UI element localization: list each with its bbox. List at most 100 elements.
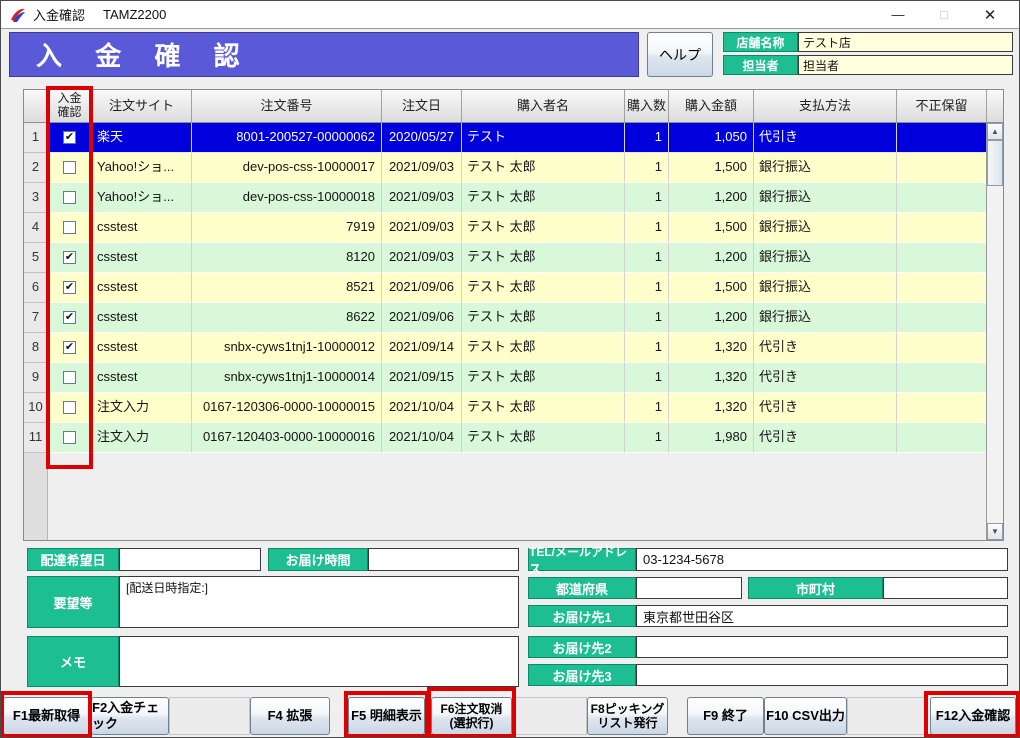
table-row[interactable]: 10注文入力0167-120306-0000-100000152021/10/0…: [24, 393, 1003, 423]
table-row[interactable]: 11注文入力0167-120403-0000-100000162021/10/0…: [24, 423, 1003, 453]
table-row[interactable]: 8✔csstestsnbx-cyws1tnj1-100000122021/09/…: [24, 333, 1003, 363]
store-name-label: 店舗名称: [723, 32, 798, 52]
address3-field[interactable]: [636, 664, 1008, 686]
purchase-qty-cell: 1: [625, 153, 669, 183]
table-row[interactable]: 3Yahoo!ショ...dev-pos-css-100000182021/09/…: [24, 183, 1003, 213]
fraud-hold-cell: [897, 363, 987, 393]
table-row[interactable]: 7✔csstest86222021/09/06テスト 太郎11,200銀行振込: [24, 303, 1003, 333]
window-title-code: TAMZ2200: [103, 7, 166, 22]
payment-method-cell: 代引き: [754, 423, 897, 453]
memo-field[interactable]: [119, 636, 519, 687]
help-button[interactable]: ヘルプ: [647, 32, 713, 77]
payment-confirm-cell[interactable]: [48, 153, 92, 183]
minimize-icon[interactable]: —: [875, 1, 921, 28]
table-row[interactable]: 1✔楽天8001-200527-000000622020/05/27テスト11,…: [24, 123, 1003, 153]
vertical-scrollbar[interactable]: ▲ ▼: [986, 123, 1003, 540]
tel-mail-field[interactable]: 03-1234-5678: [636, 548, 1008, 571]
row-number: 1: [24, 123, 48, 153]
order-site-cell: csstest: [92, 333, 192, 363]
payment-confirm-cell[interactable]: [48, 183, 92, 213]
payment-confirm-checkbox[interactable]: [63, 161, 76, 174]
order-number-cell: dev-pos-css-10000018: [192, 183, 382, 213]
order-date-cell: 2021/09/15: [382, 363, 462, 393]
table-row[interactable]: 9csstestsnbx-cyws1tnj1-100000142021/09/1…: [24, 363, 1003, 393]
payment-confirm-checkbox[interactable]: ✔: [63, 311, 76, 324]
close-icon[interactable]: ✕: [967, 1, 1013, 28]
buyer-name-cell: テスト 太郎: [462, 243, 625, 273]
address3-label: お届け先3: [528, 664, 636, 686]
row-number: 2: [24, 153, 48, 183]
purchase-qty-cell: 1: [625, 393, 669, 423]
staff-value: 担当者: [798, 55, 1013, 75]
f1-refresh-button[interactable]: F1最新取得: [3, 697, 90, 735]
grid-empty-area: [24, 453, 987, 540]
row-number: 9: [24, 363, 48, 393]
table-row[interactable]: 5✔csstest81202021/09/03テスト 太郎11,200銀行振込: [24, 243, 1003, 273]
payment-confirm-checkbox[interactable]: ✔: [63, 281, 76, 294]
buyer-name-cell: テスト 太郎: [462, 363, 625, 393]
order-date-cell: 2021/09/03: [382, 243, 462, 273]
buyer-name-cell: テスト 太郎: [462, 153, 625, 183]
f8-picking-list-button[interactable]: F8ピッキング リスト発行: [587, 697, 668, 735]
f12-payment-confirm-button[interactable]: F12入金確認: [930, 697, 1016, 735]
scroll-down-icon[interactable]: ▼: [987, 523, 1003, 540]
f9-exit-button[interactable]: F9 終了: [687, 697, 764, 735]
payment-confirm-cell[interactable]: ✔: [48, 273, 92, 303]
payment-confirm-checkbox[interactable]: [63, 401, 76, 414]
purchase-qty-cell: 1: [625, 363, 669, 393]
address2-field[interactable]: [636, 636, 1008, 658]
page-title: 入 金 確 認: [9, 32, 639, 77]
payment-confirm-checkbox[interactable]: [63, 371, 76, 384]
payment-confirm-cell[interactable]: ✔: [48, 333, 92, 363]
f4-extension-button[interactable]: F4 拡張: [250, 697, 330, 735]
f5-detail-view-button[interactable]: F5 明細表示: [348, 697, 425, 735]
payment-confirm-checkbox[interactable]: ✔: [63, 341, 76, 354]
table-row[interactable]: 4csstest79192021/09/03テスト 太郎11,500銀行振込: [24, 213, 1003, 243]
payment-method-cell: 銀行振込: [754, 153, 897, 183]
col-header-purchase-amount: 購入金額: [669, 90, 754, 123]
address1-field[interactable]: 東京都世田谷区: [636, 605, 1008, 627]
scrollbar-thumb[interactable]: [987, 140, 1003, 186]
buyer-name-cell: テスト 太郎: [462, 183, 625, 213]
payment-confirm-cell[interactable]: ✔: [48, 243, 92, 273]
table-row[interactable]: 2Yahoo!ショ...dev-pos-css-100000172021/09/…: [24, 153, 1003, 183]
f2-payment-check-button[interactable]: F2入金チェック: [91, 697, 169, 735]
window-controls: — □ ✕: [875, 1, 1019, 28]
fraud-hold-cell: [897, 243, 987, 273]
buyer-name-cell: テスト: [462, 123, 625, 153]
delivery-time-field[interactable]: [368, 548, 519, 571]
payment-confirm-checkbox[interactable]: [63, 191, 76, 204]
f11-empty-slot: [847, 697, 928, 735]
table-row[interactable]: 6✔csstest85212021/09/06テスト 太郎11,500銀行振込: [24, 273, 1003, 303]
row-number: 10: [24, 393, 48, 423]
order-date-cell: 2021/09/03: [382, 183, 462, 213]
purchase-amount-cell: 1,320: [669, 363, 754, 393]
col-header-order-site: 注文サイト: [92, 90, 192, 123]
payment-confirm-cell[interactable]: ✔: [48, 303, 92, 333]
order-number-cell: 8521: [192, 273, 382, 303]
payment-confirm-checkbox[interactable]: ✔: [63, 251, 76, 264]
city-field[interactable]: [883, 577, 1008, 599]
payment-confirm-checkbox[interactable]: [63, 431, 76, 444]
f10-csv-export-button[interactable]: F10 CSV出力: [764, 697, 847, 735]
col-header-purchase-qty: 購入数: [625, 90, 669, 123]
purchase-amount-cell: 1,200: [669, 243, 754, 273]
payment-confirm-cell[interactable]: [48, 423, 92, 453]
payment-confirm-cell[interactable]: [48, 213, 92, 243]
order-date-cell: 2021/09/14: [382, 333, 462, 363]
f6-cancel-order-button[interactable]: F6注文取消 (選択行): [431, 697, 512, 735]
payment-confirm-cell[interactable]: [48, 393, 92, 423]
payment-confirm-checkbox[interactable]: [63, 221, 76, 234]
prefecture-field[interactable]: [636, 577, 742, 599]
purchase-qty-cell: 1: [625, 243, 669, 273]
order-site-cell: csstest: [92, 273, 192, 303]
request-field[interactable]: [配送日時指定:]: [119, 576, 519, 628]
payment-method-cell: 代引き: [754, 393, 897, 423]
delivery-date-field[interactable]: [119, 548, 261, 571]
payment-method-cell: 代引き: [754, 123, 897, 153]
payment-confirm-cell[interactable]: [48, 363, 92, 393]
payment-confirm-checkbox[interactable]: ✔: [63, 131, 76, 144]
payment-method-cell: 銀行振込: [754, 213, 897, 243]
payment-confirm-cell[interactable]: ✔: [48, 123, 92, 153]
scroll-up-icon[interactable]: ▲: [987, 123, 1003, 140]
